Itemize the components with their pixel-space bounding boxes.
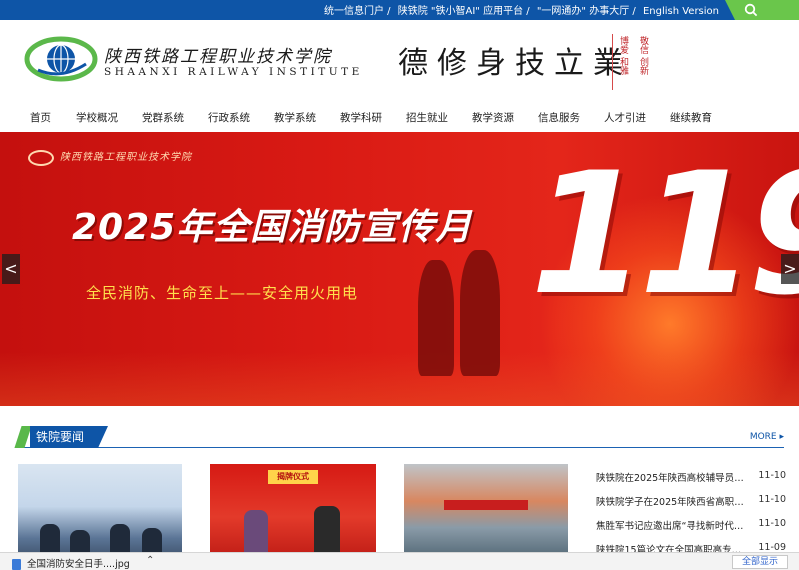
banner-119-number: 119 — [530, 136, 799, 332]
hero-banner[interactable]: 陕西铁路工程职业技术学院 2025年全国消防宣传月 全民消防、生命至上——安全用… — [0, 132, 799, 406]
nav-item-continuing-edu[interactable]: 继续教育 — [670, 110, 736, 125]
nav-item-admission[interactable]: 招生就业 — [406, 110, 472, 125]
top-bar: 统一信息门户 / 陕铁院 "铁小智AI" 应用平台 / "一网通办" 办事大厅 … — [0, 0, 799, 20]
top-link-english[interactable]: English Version — [643, 6, 719, 17]
news-item-title[interactable]: 陕铁院学子在2025年陕西省高职高… — [596, 494, 744, 508]
school-motto: 德修身技立業 — [398, 46, 632, 81]
banner-subtitle: 全民消防、生命至上——安全用火用电 — [86, 284, 359, 302]
news-section-header: 铁院要闻 MORE ▸ — [14, 424, 784, 448]
nav-item-about[interactable]: 学校概况 — [76, 110, 142, 125]
banner-title: 2025年全国消防宣传月 — [72, 207, 473, 248]
top-link-ai-platform[interactable]: 陕铁院 "铁小智AI" 应用平台 / — [398, 6, 530, 17]
main-nav: 首页 学校概况 党群系统 行政系统 教学系统 教学科研 招生就业 教学资源 信息… — [0, 102, 799, 132]
banner-next-button[interactable]: > — [781, 254, 799, 284]
school-name-cn: 陕西铁路工程职业技术学院 — [104, 47, 332, 67]
school-emblem-icon[interactable] — [24, 34, 98, 84]
news-list: 陕铁院在2025年陕西高校辅导员素… 11-10 陕铁院学子在2025年陕西省高… — [596, 466, 786, 562]
show-all-button[interactable]: 全部显示 — [732, 555, 788, 569]
news-item[interactable]: 陕铁院学子在2025年陕西省高职高… 11-10 — [596, 490, 786, 514]
hall-banner — [444, 500, 528, 510]
search-tab-shape — [725, 0, 735, 20]
download-item[interactable]: 全国消防安全日手....jpg — [12, 556, 130, 570]
news-item-title[interactable]: 焦胜军书记应邀出席“寻找新时代… — [596, 518, 744, 532]
download-bar: 全国消防安全日手....jpg ⌃ 全部显示 — [0, 552, 799, 570]
nav-item-talent[interactable]: 人才引进 — [604, 110, 670, 125]
news-section-title[interactable]: 铁院要闻 — [30, 426, 109, 448]
top-links: 统一信息门户 / 陕铁院 "铁小智AI" 应用平台 / "一网通办" 办事大厅 … — [322, 2, 721, 17]
top-link-portal[interactable]: 统一信息门户 / — [324, 6, 391, 17]
chevron-up-icon[interactable]: ⌃ — [146, 555, 154, 566]
ceremony-sign: 揭牌仪式 — [268, 470, 318, 484]
banner-logo-text: 陕西铁路工程职业技术学院 — [60, 152, 192, 163]
news-item-date: 11-10 — [758, 470, 786, 481]
section-leaf-icon — [14, 426, 32, 448]
banner-logo: 陕西铁路工程职业技术学院 — [28, 148, 192, 166]
top-link-service-hall[interactable]: "一网通办" 办事大厅 / — [537, 6, 636, 17]
news-item[interactable]: 陕铁院在2025年陕西高校辅导员素… 11-10 — [596, 466, 786, 490]
seal-text-left: 博爱 和雅 — [618, 36, 628, 75]
nav-item-teaching[interactable]: 教学系统 — [274, 110, 340, 125]
news-item-date: 11-10 — [758, 518, 786, 529]
nav-item-resources[interactable]: 教学资源 — [472, 110, 538, 125]
school-name-en: SHAANXI RAILWAY INSTITUTE — [104, 66, 363, 78]
banner-logo-ring — [28, 149, 54, 166]
banner-prev-button[interactable]: < — [2, 254, 20, 284]
seal-text-right: 敬信 创新 — [638, 36, 648, 75]
download-filename: 全国消防安全日手....jpg — [27, 559, 130, 570]
search-icon — [744, 3, 758, 17]
news-item-title[interactable]: 陕铁院在2025年陕西高校辅导员素… — [596, 470, 744, 484]
motto-seal: 博爱 和雅 敬信 创新 — [612, 34, 656, 90]
news-more-link[interactable]: MORE ▸ — [750, 432, 784, 442]
nav-item-research[interactable]: 教学科研 — [340, 110, 406, 125]
search-button[interactable] — [725, 0, 799, 20]
nav-item-admin[interactable]: 行政系统 — [208, 110, 274, 125]
nav-item-party[interactable]: 党群系统 — [142, 110, 208, 125]
nav-item-info[interactable]: 信息服务 — [538, 110, 604, 125]
nav-item-home[interactable]: 首页 — [30, 110, 76, 125]
banner-floor — [0, 352, 799, 406]
news-item[interactable]: 焦胜军书记应邀出席“寻找新时代… 11-10 — [596, 514, 786, 538]
firefighter-silhouette — [418, 260, 454, 376]
site-header: 陕西铁路工程职业技术学院 SHAANXI RAILWAY INSTITUTE 德… — [0, 20, 799, 102]
news-item-date: 11-10 — [758, 494, 786, 505]
firefighter-silhouette — [460, 250, 500, 376]
file-icon — [12, 559, 21, 570]
